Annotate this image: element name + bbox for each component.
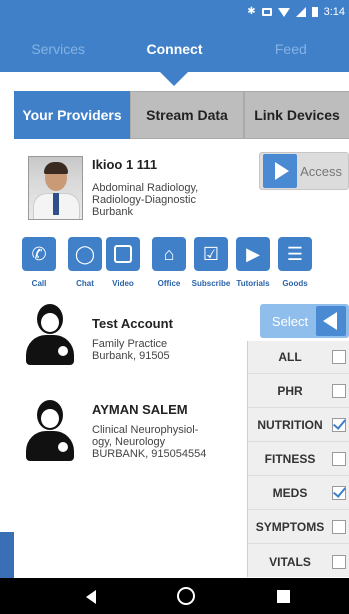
tab-your-providers[interactable]: Your Providers — [14, 91, 130, 139]
bluetooth-icon: ✱ — [247, 6, 256, 17]
main-nav: Services Connect Feed — [0, 36, 349, 62]
provider-desc-line: Abdominal Radiology, — [92, 182, 199, 194]
provider-desc-line: Burbank — [92, 206, 133, 218]
tab-stream-data[interactable]: Stream Data — [130, 91, 244, 139]
office-label: Office — [157, 279, 181, 288]
filter-option-symptoms[interactable]: SYMPTOMS — [248, 511, 349, 544]
tutorial-play-icon: ▶ — [246, 244, 260, 264]
android-nav-bar — [0, 578, 349, 614]
contact-avatar-icon[interactable] — [22, 304, 78, 366]
provider-description: Abdominal Radiology, Radiology-Diagnosti… — [92, 182, 242, 218]
contact-avatar-icon[interactable] — [22, 400, 78, 462]
back-icon[interactable] — [86, 590, 96, 604]
checkbox-checked[interactable] — [332, 486, 346, 500]
provider-photo[interactable] — [28, 156, 83, 220]
tutorials-button[interactable]: ▶ Tutorials — [236, 237, 270, 288]
battery-icon — [311, 7, 318, 17]
contact-name[interactable]: AYMAN SALEM — [92, 402, 188, 417]
office-button[interactable]: ⌂ Office — [152, 237, 186, 288]
home-icon[interactable] — [177, 587, 195, 605]
vibrate-icon — [261, 8, 272, 16]
contact-desc-line: Family Practice — [92, 338, 168, 350]
provider-name: Ikioo 1 111 — [92, 157, 158, 172]
chat-bubble-icon: ◯ — [74, 244, 96, 264]
checkbox[interactable] — [332, 554, 346, 569]
contact-name[interactable]: Test Account — [92, 316, 173, 331]
app-screen: ✱ 3:14 Services Connect Feed Your Provid… — [0, 0, 349, 614]
filter-label: VITALS — [269, 554, 311, 569]
phone-icon: ✆ — [31, 244, 47, 264]
segment-tabs: Your Providers Stream Data Link Devices — [14, 91, 349, 139]
checkbox[interactable] — [332, 384, 346, 398]
call-button[interactable]: ✆ Call — [22, 237, 56, 288]
chat-button[interactable]: ◯ Chat — [68, 237, 102, 288]
subscribe-button[interactable]: ☑ Subscribe — [192, 237, 230, 288]
goods-label: Goods — [282, 279, 308, 288]
nav-tab-connect[interactable]: Connect — [116, 36, 232, 62]
tab-link-devices[interactable]: Link Devices — [244, 91, 349, 139]
access-label: Access — [300, 163, 342, 179]
status-time: 3:14 — [323, 6, 345, 18]
checkbox[interactable] — [332, 452, 346, 466]
video-person-icon — [114, 245, 132, 263]
filter-option-all[interactable]: ALL — [248, 341, 349, 374]
checkbox-checked[interactable] — [332, 418, 346, 432]
checkbox[interactable] — [332, 520, 346, 534]
status-bar: ✱ 3:14 — [247, 4, 345, 20]
contact-desc-line: Clinical Neurophysiol- — [92, 424, 199, 436]
contact-desc-line: ogy, Neurology — [92, 436, 166, 448]
filter-option-fitness[interactable]: FITNESS — [248, 443, 349, 476]
filter-option-phr[interactable]: PHR — [248, 375, 349, 408]
nav-tab-services[interactable]: Services — [0, 36, 116, 62]
video-button[interactable]: Video — [106, 237, 140, 288]
access-button[interactable]: Access — [259, 152, 349, 190]
top-bar: ✱ 3:14 Services Connect Feed — [0, 0, 349, 72]
select-label: Select — [271, 313, 309, 329]
filter-option-meds[interactable]: MEDS — [248, 477, 349, 510]
filter-dropdown: ALL PHR NUTRITION FITNESS MEDS SYMPTOMS … — [247, 341, 349, 577]
filter-label: FITNESS — [264, 452, 316, 466]
contact-description: Family Practice Burbank, 91505 — [92, 338, 170, 362]
filter-label: PHR — [277, 384, 303, 398]
checkbox[interactable] — [332, 350, 346, 364]
goods-button[interactable]: ☰ Goods — [278, 237, 312, 288]
filter-option-nutrition[interactable]: NUTRITION — [248, 409, 349, 442]
filter-option-vitals[interactable]: VITALS — [248, 545, 349, 578]
recent-apps-icon[interactable] — [277, 590, 290, 603]
wifi-icon — [277, 7, 290, 17]
filter-label: ALL — [278, 350, 302, 364]
chat-label: Chat — [76, 279, 94, 288]
clipboard-icon: ☑ — [202, 244, 220, 264]
video-label: Video — [112, 279, 134, 288]
call-label: Call — [31, 279, 47, 288]
filter-label: NUTRITION — [257, 418, 323, 432]
filter-label: SYMPTOMS — [255, 520, 325, 534]
subscribe-label: Subscribe — [191, 279, 231, 288]
select-button[interactable]: Select — [260, 304, 349, 338]
office-house-icon: ⌂ — [163, 244, 175, 264]
arrow-left-icon — [316, 306, 346, 336]
play-icon — [263, 154, 297, 188]
side-drawer-edge[interactable] — [0, 532, 14, 578]
contact-description: Clinical Neurophysiol- ogy, Neurology BU… — [92, 424, 206, 460]
nav-tab-feed[interactable]: Feed — [233, 36, 349, 62]
active-tab-indicator — [160, 72, 188, 86]
filter-label: MEDS — [272, 486, 308, 500]
contact-desc-line: Burbank, 91505 — [92, 350, 170, 362]
contact-desc-line: BURBANK, 915054554 — [92, 448, 207, 460]
shop-sign-icon: ☰ — [286, 244, 304, 264]
tutorials-label: Tutorials — [236, 279, 270, 288]
provider-desc-line: Radiology-Diagnostic — [92, 194, 196, 206]
signal-icon — [295, 7, 306, 17]
